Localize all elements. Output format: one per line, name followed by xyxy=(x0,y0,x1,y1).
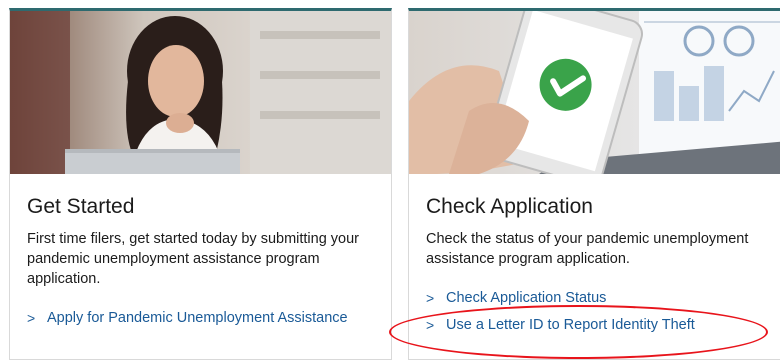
card-links: > Check Application Status > Use a Lette… xyxy=(426,284,775,338)
card-description: Check the status of your pandemic unempl… xyxy=(426,231,749,267)
card-title: Get Started xyxy=(27,195,135,218)
chevron-right-icon: > xyxy=(426,289,435,306)
card-links: > Apply for Pandemic Unemployment Assist… xyxy=(27,304,379,331)
link-report-identity-theft[interactable]: > Use a Letter ID to Report Identity The… xyxy=(426,311,775,338)
card-description: First time filers, get started today by … xyxy=(27,231,360,287)
chevron-right-icon: > xyxy=(426,316,435,333)
check-application-status-link[interactable]: Check Application Status xyxy=(446,290,606,306)
check-application-card: Check Application Check the status of yo… xyxy=(408,8,780,360)
report-identity-theft-link[interactable]: Use a Letter ID to Report Identity Theft xyxy=(446,317,695,333)
link-apply-pua[interactable]: > Apply for Pandemic Unemployment Assist… xyxy=(27,304,379,331)
phone-checkmark-image xyxy=(409,11,780,174)
get-started-card: Get Started First time filers, get start… xyxy=(9,8,392,360)
link-check-status[interactable]: > Check Application Status xyxy=(426,284,775,311)
chevron-right-icon: > xyxy=(27,309,36,326)
apply-pua-link[interactable]: Apply for Pandemic Unemployment Assistan… xyxy=(47,310,348,326)
card-title: Check Application xyxy=(426,195,593,218)
woman-at-laptop-image xyxy=(10,11,391,174)
